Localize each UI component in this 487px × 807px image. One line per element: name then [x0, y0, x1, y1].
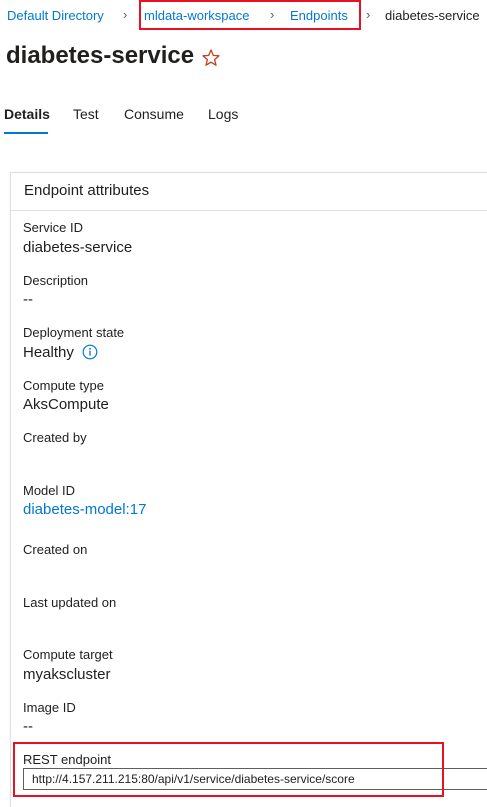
highlight-rest-endpoint — [13, 742, 444, 797]
tab-consume[interactable]: Consume — [124, 106, 184, 122]
model-id-label: Model ID — [23, 483, 76, 498]
deployment-state-value: Healthy — [23, 344, 74, 361]
service-id-value: diabetes-service — [23, 239, 133, 256]
created-on-label: Created on — [23, 542, 88, 557]
card-title: Endpoint attributes — [24, 182, 150, 199]
compute-target-label: Compute target — [23, 647, 113, 662]
active-tab-indicator — [4, 132, 48, 134]
star-outline-icon[interactable] — [201, 48, 221, 68]
breadcrumb-default-directory[interactable]: Default Directory — [7, 8, 104, 24]
breadcrumb-current: diabetes-service — [385, 8, 480, 23]
created-by-label: Created by — [23, 430, 87, 445]
endpoint-attributes-card: Endpoint attributes — [10, 172, 487, 807]
image-id-value: -- — [23, 718, 33, 735]
compute-target-value: myakscluster — [23, 666, 111, 683]
compute-type-label: Compute type — [23, 378, 104, 393]
model-id-link[interactable]: diabetes-model:17 — [23, 501, 146, 518]
tab-logs[interactable]: Logs — [208, 106, 238, 122]
chevron-right-icon: › — [123, 7, 128, 22]
page-title: diabetes-service — [6, 42, 195, 69]
service-id-label: Service ID — [23, 220, 83, 235]
deployment-state-label: Deployment state — [23, 325, 125, 340]
description-value: -- — [23, 291, 33, 308]
tab-bar: Details Test Consume Logs — [0, 102, 487, 136]
highlight-breadcrumb — [139, 0, 361, 30]
tab-test[interactable]: Test — [73, 106, 99, 122]
last-updated-on-label: Last updated on — [23, 595, 117, 610]
tab-details[interactable]: Details — [4, 106, 50, 122]
compute-type-value: AksCompute — [23, 396, 109, 413]
image-id-label: Image ID — [23, 700, 76, 715]
info-circle-icon[interactable] — [82, 344, 98, 360]
chevron-right-icon: › — [366, 7, 371, 22]
description-label: Description — [23, 273, 89, 288]
card-header: Endpoint attributes — [11, 173, 487, 211]
